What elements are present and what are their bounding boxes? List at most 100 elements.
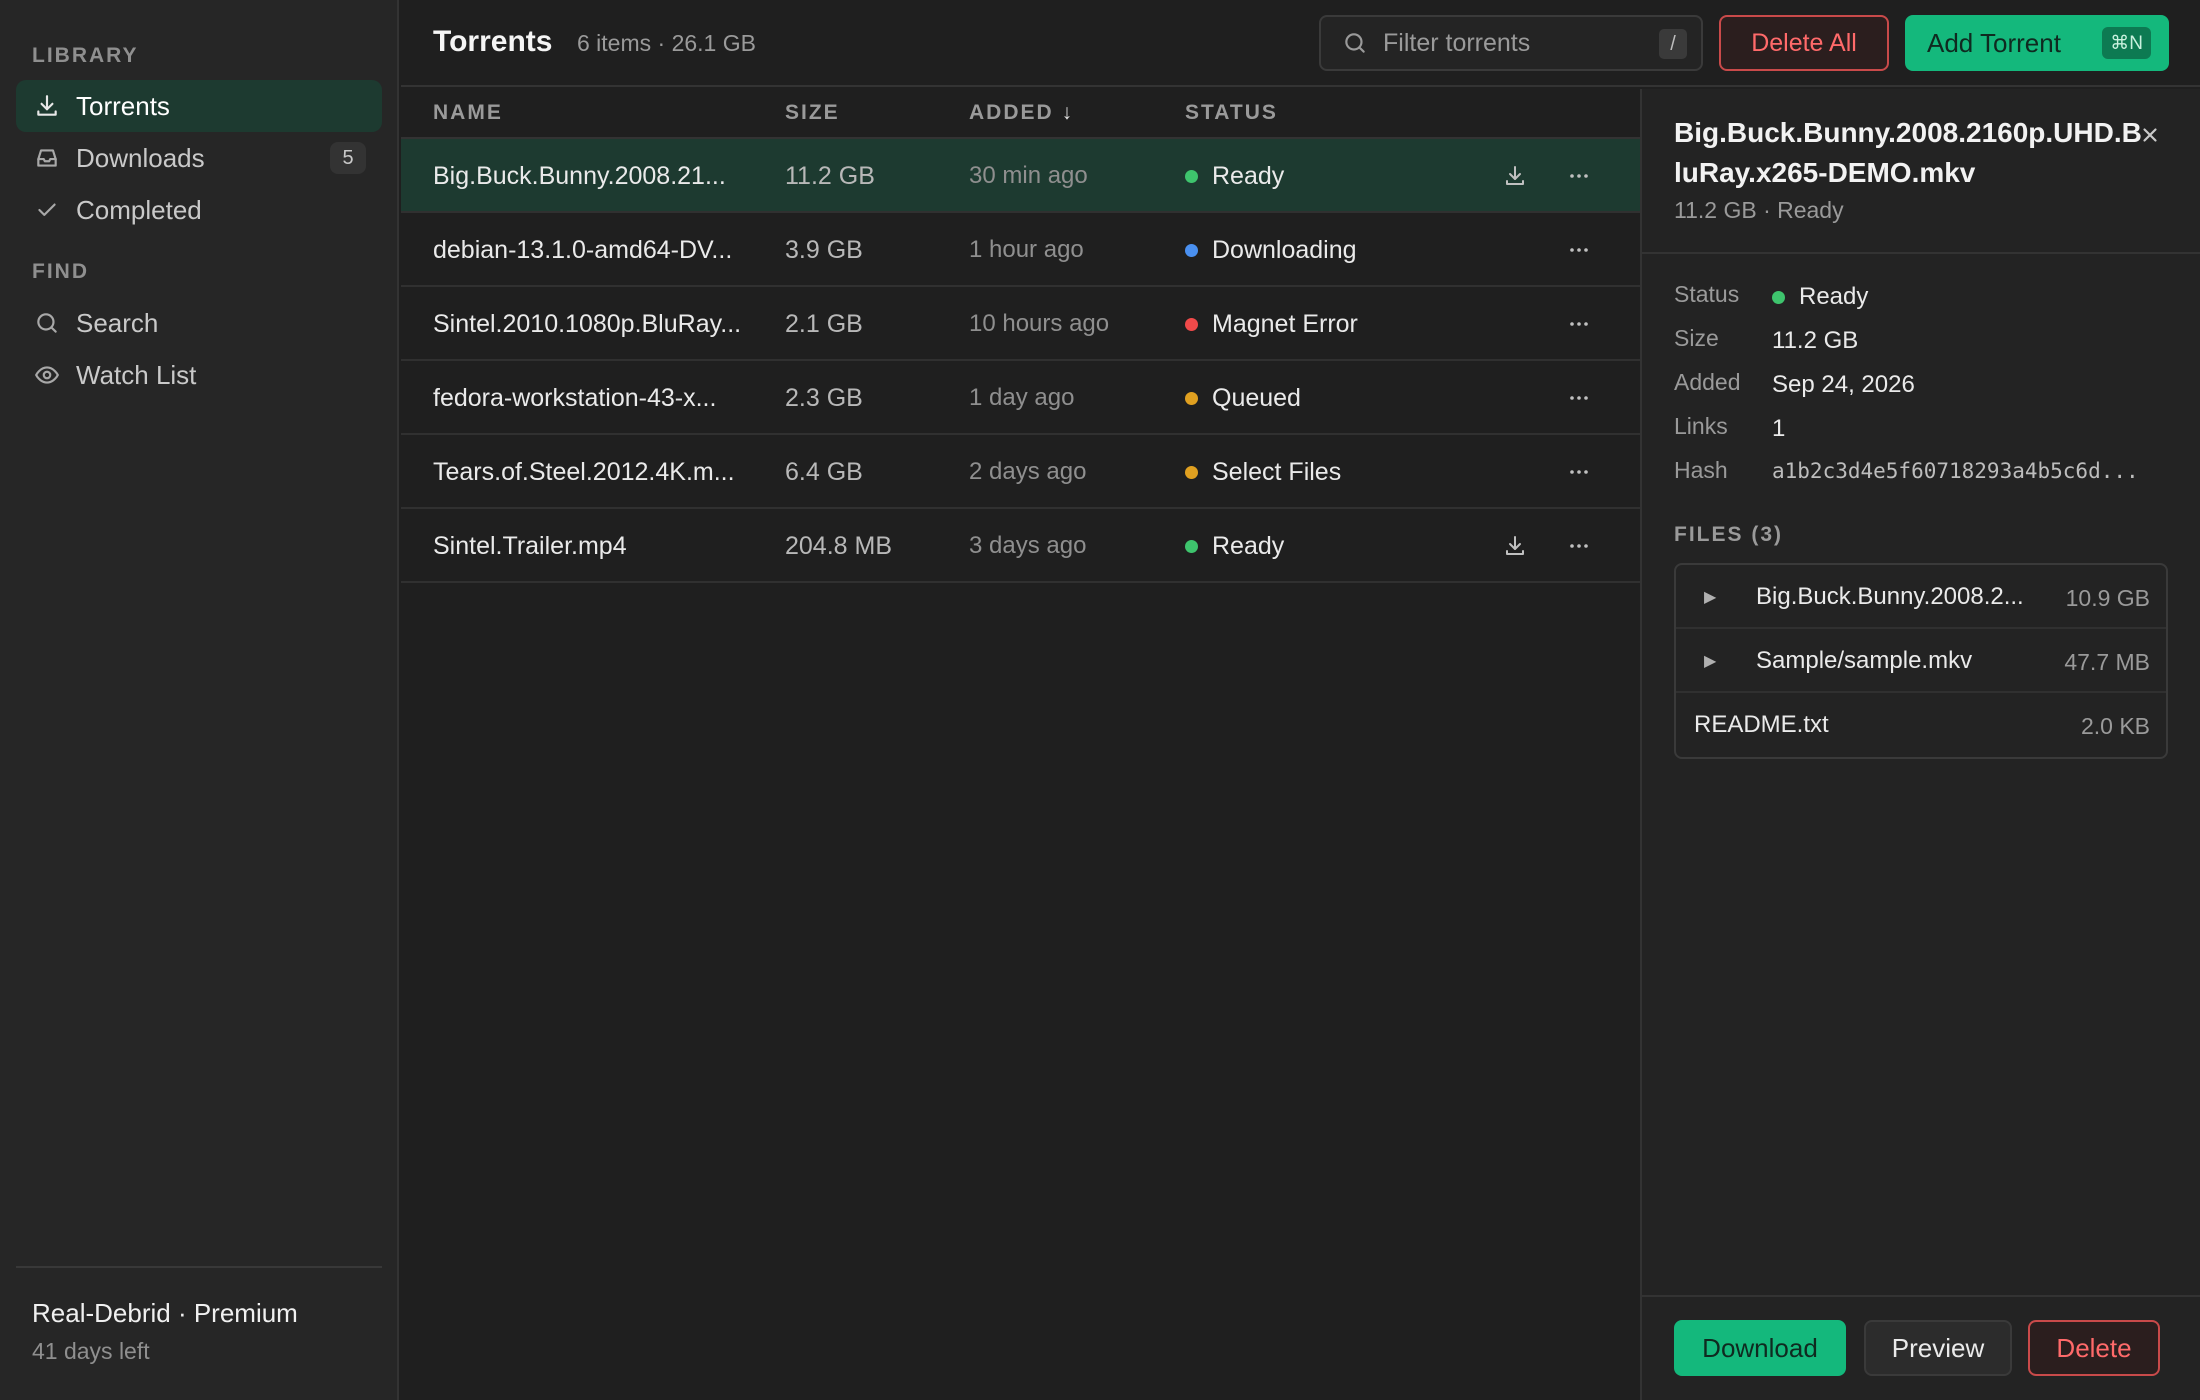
- file-name: README.txt: [1694, 711, 1829, 738]
- file-item[interactable]: README.txt 2.0 KB: [1676, 693, 2166, 757]
- torrent-size: 3.9 GB: [785, 235, 863, 264]
- files-list: ▶ Big.Buck.Bunny.2008.2... 10.9 GB ▶ Sample/…: [1674, 563, 2168, 759]
- preview-button[interactable]: Preview: [1864, 1320, 2012, 1376]
- downloads-count-badge: 5: [330, 142, 366, 174]
- sidebar-item-watch-list[interactable]: Watch List: [16, 349, 382, 401]
- table-row[interactable]: Sintel.Trailer.mp4 204.8 MB 3 days ago Read…: [401, 509, 1641, 583]
- size-key: Size: [1674, 325, 1719, 351]
- torrent-size: 2.3 GB: [785, 383, 863, 412]
- torrent-added: 1 day ago: [969, 384, 1075, 411]
- find-section-label: FIND: [32, 260, 89, 283]
- added-value: Sep 24, 2026: [1772, 371, 1915, 398]
- add-torrent-shortcut: ⌘N: [2102, 27, 2151, 59]
- torrent-added: 2 days ago: [969, 458, 1087, 485]
- search-icon: [32, 308, 62, 338]
- more-options-icon[interactable]: [1563, 234, 1595, 266]
- file-item[interactable]: ▶ Big.Buck.Bunny.2008.2... 10.9 GB: [1676, 565, 2166, 629]
- table-row[interactable]: Tears.of.Steel.2012.4K.m... 6.4 GB 2 days …: [401, 435, 1641, 509]
- sidebar-item-downloads[interactable]: Downloads 5: [16, 132, 382, 184]
- delete-button[interactable]: Delete: [2028, 1320, 2160, 1376]
- table-row[interactable]: fedora-workstation-43-x... 2.3 GB 1 day ag…: [401, 361, 1641, 435]
- file-name: Sample/sample.mkv: [1756, 647, 1973, 674]
- more-options-icon[interactable]: [1563, 308, 1595, 340]
- column-name[interactable]: NAME: [433, 101, 503, 125]
- expand-triangle-icon[interactable]: ▶: [1704, 651, 1716, 671]
- download-icon[interactable]: [1499, 160, 1531, 192]
- expand-triangle-icon[interactable]: ▶: [1704, 587, 1716, 607]
- torrent-name: Tears.of.Steel.2012.4K.m...: [433, 457, 735, 486]
- sidebar-divider: [16, 1266, 382, 1268]
- add-torrent-label: Add Torrent: [1927, 27, 2061, 58]
- detail-subtitle: 11.2 GB · Ready: [1674, 197, 1844, 223]
- column-added[interactable]: ADDED ↓: [969, 101, 1074, 125]
- column-size[interactable]: SIZE: [785, 101, 840, 125]
- status-text: Magnet Error: [1212, 309, 1358, 338]
- file-size: 2.0 KB: [2080, 713, 2150, 739]
- download-icon[interactable]: [1499, 530, 1531, 562]
- files-label: FILES (3): [1674, 523, 1784, 546]
- torrent-added: 1 hour ago: [969, 236, 1084, 263]
- library-section-label: LIBRARY: [32, 44, 139, 67]
- torrent-added: 10 hours ago: [969, 310, 1110, 337]
- header: Torrents 6 items · 26.1 GB / Delete All …: [401, 0, 2200, 87]
- page-title: Torrents: [433, 25, 553, 58]
- footer-divider: [1642, 1295, 2200, 1297]
- size-value: 11.2 GB: [1772, 327, 1859, 354]
- status-value: Ready: [1772, 283, 1868, 311]
- torrent-size: 6.4 GB: [785, 457, 863, 486]
- table-row[interactable]: debian-13.1.0-amd64-DV... 3.9 GB 1 hour ag…: [401, 213, 1641, 287]
- column-added-label: ADDED: [969, 101, 1054, 124]
- more-options-icon[interactable]: [1563, 160, 1595, 192]
- torrent-name: fedora-workstation-43-x...: [433, 383, 717, 412]
- sidebar-item-label: Torrents: [76, 90, 170, 121]
- delete-all-button[interactable]: Delete All: [1719, 15, 1889, 71]
- file-name: Big.Buck.Bunny.2008.2...: [1756, 583, 2024, 610]
- torrent-status: Ready: [1185, 509, 1284, 583]
- download-icon: [32, 91, 62, 121]
- status-key: Status: [1674, 281, 1740, 307]
- status-text: Downloading: [1212, 235, 1357, 264]
- column-status[interactable]: STATUS: [1185, 101, 1278, 125]
- links-value: 1: [1772, 415, 1786, 442]
- status-dot: [1185, 169, 1198, 183]
- table-body: Big.Buck.Bunny.2008.21... 11.2 GB 30 min a…: [401, 139, 1641, 583]
- eye-icon: [32, 360, 62, 390]
- close-icon[interactable]: [2136, 121, 2164, 149]
- file-item[interactable]: ▶ Sample/sample.mkv 47.7 MB: [1676, 629, 2166, 693]
- filter-search-box[interactable]: /: [1319, 15, 1703, 71]
- status-text: Queued: [1212, 383, 1301, 412]
- sidebar-item-label: Search: [76, 307, 159, 338]
- sidebar-item-completed[interactable]: Completed: [16, 184, 382, 236]
- more-options-icon[interactable]: [1563, 456, 1595, 488]
- account-plan: Real-Debrid · Premium: [32, 1298, 298, 1328]
- search-shortcut-hint: /: [1659, 29, 1687, 59]
- hash-key: Hash: [1674, 457, 1728, 483]
- torrent-status: Queued: [1185, 361, 1301, 435]
- table-row[interactable]: Sintel.2010.1080p.BluRay... 2.1 GB 10 hour…: [401, 287, 1641, 361]
- links-key: Links: [1674, 413, 1728, 439]
- sidebar-item-torrents[interactable]: Torrents: [16, 80, 382, 132]
- file-size: 47.7 MB: [2064, 649, 2150, 675]
- sidebar-item-label: Downloads: [76, 142, 205, 173]
- detail-divider: [1642, 252, 2200, 254]
- filter-input[interactable]: [1383, 28, 1633, 58]
- sidebar-item-label: Watch List: [76, 359, 197, 390]
- table-header: NAME SIZE ADDED ↓ STATUS: [401, 89, 1641, 139]
- torrent-size: 204.8 MB: [785, 531, 893, 560]
- sidebar-item-search[interactable]: Search: [16, 297, 382, 349]
- torrent-status: Magnet Error: [1185, 287, 1358, 361]
- torrent-size: 11.2 GB: [785, 161, 875, 190]
- torrents-table: NAME SIZE ADDED ↓ STATUS Big.Buck.Bunny.2…: [401, 89, 1641, 583]
- download-button[interactable]: Download: [1674, 1320, 1846, 1376]
- more-options-icon[interactable]: [1563, 382, 1595, 414]
- status-text: Ready: [1212, 531, 1285, 560]
- torrent-status: Select Files: [1185, 435, 1341, 509]
- table-row[interactable]: Big.Buck.Bunny.2008.21... 11.2 GB 30 min a…: [401, 139, 1641, 213]
- status-dot: [1185, 539, 1198, 553]
- torrent-name: Sintel.Trailer.mp4: [433, 531, 627, 560]
- more-options-icon[interactable]: [1563, 530, 1595, 562]
- add-torrent-button[interactable]: Add Torrent ⌘N: [1905, 15, 2169, 71]
- status-dot: [1185, 243, 1198, 257]
- added-key: Added: [1674, 369, 1741, 395]
- status-value-text: Ready: [1799, 283, 1869, 310]
